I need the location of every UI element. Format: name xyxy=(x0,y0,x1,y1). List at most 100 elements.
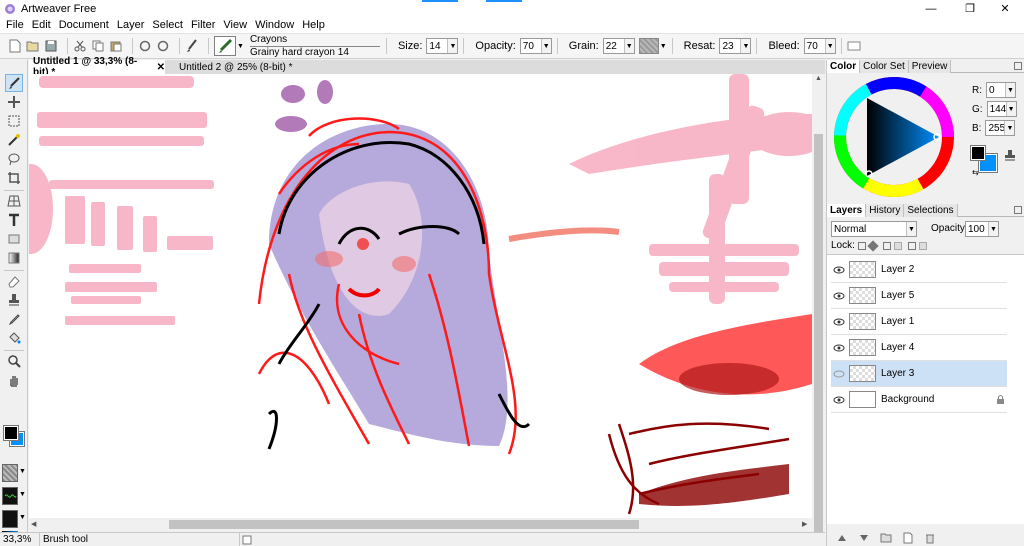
layer-row[interactable]: Layer 1 xyxy=(831,309,1007,335)
eyedropper-icon[interactable] xyxy=(5,310,23,328)
scroll-up-icon[interactable]: ▲ xyxy=(815,75,822,82)
menu-window[interactable]: Window xyxy=(251,19,298,31)
scroll-left-icon[interactable]: ◀ xyxy=(31,520,36,528)
chevron-down-icon[interactable]: ▼ xyxy=(447,39,458,53)
menu-edit[interactable]: Edit xyxy=(28,19,55,31)
eye-hidden-icon[interactable] xyxy=(833,370,845,378)
open-folder-icon[interactable] xyxy=(26,39,40,53)
lock-all-checkbox[interactable] xyxy=(907,241,916,250)
tab-document-2[interactable]: Untitled 2 @ 25% (8-bit) * xyxy=(175,60,305,74)
move-layer-down-icon[interactable] xyxy=(857,531,871,545)
chevron-down-icon[interactable]: ▼ xyxy=(19,468,26,475)
color-preset-swatch[interactable] xyxy=(2,510,18,528)
minimize-button[interactable]: — xyxy=(916,0,946,17)
menu-document[interactable]: Document xyxy=(55,19,113,31)
tab-history[interactable]: History xyxy=(866,204,905,217)
clone-icon[interactable] xyxy=(5,93,23,111)
chevron-down-icon[interactable]: ▼ xyxy=(1005,102,1016,116)
blend-mode-select[interactable]: Normal ▼ xyxy=(831,221,917,237)
rectangle-select-icon[interactable] xyxy=(5,112,23,130)
foreground-color-swatch[interactable] xyxy=(3,425,19,441)
red-input[interactable]: 0 ▼ xyxy=(986,82,1016,98)
blue-input[interactable]: 255 ▼ xyxy=(985,120,1016,136)
new-folder-icon[interactable] xyxy=(879,531,893,545)
eye-icon[interactable] xyxy=(833,318,845,326)
chevron-down-icon[interactable]: ▼ xyxy=(19,514,26,521)
chevron-down-icon[interactable]: ▼ xyxy=(19,491,26,498)
layer-row[interactable]: Layer 3 xyxy=(831,361,1007,387)
paste-icon[interactable] xyxy=(109,39,123,53)
document-info-icon[interactable] xyxy=(240,533,254,546)
lock-transparency-checkbox[interactable] xyxy=(857,241,866,250)
magic-wand-icon[interactable] xyxy=(5,131,23,149)
chevron-down-icon[interactable]: ▼ xyxy=(1005,83,1015,97)
chevron-down-icon[interactable]: ▼ xyxy=(988,222,998,236)
tab-color-set[interactable]: Color Set xyxy=(860,60,909,73)
eraser-icon[interactable] xyxy=(5,272,23,290)
layer-row[interactable]: Layer 5 xyxy=(831,283,1007,309)
chevron-down-icon[interactable]: ▼ xyxy=(237,43,244,50)
crop-icon[interactable] xyxy=(5,169,23,187)
restore-button[interactable]: ❐ xyxy=(955,0,985,17)
lasso-icon[interactable] xyxy=(5,150,23,168)
undo-icon[interactable] xyxy=(138,39,152,53)
grain-input[interactable]: 22 ▼ xyxy=(602,38,635,54)
close-icon[interactable]: ✕ xyxy=(157,62,165,73)
layer-opacity-input[interactable]: 100 ▼ xyxy=(965,221,999,237)
stamp-icon[interactable] xyxy=(5,291,23,309)
redo-icon[interactable] xyxy=(156,39,170,53)
bucket-icon[interactable] xyxy=(5,329,23,347)
chevron-down-icon[interactable]: ▼ xyxy=(540,39,551,53)
zoom-icon[interactable] xyxy=(5,352,23,370)
opacity-input[interactable]: 70 ▼ xyxy=(519,38,552,54)
gradient-icon[interactable] xyxy=(5,249,23,267)
tab-color[interactable]: Color xyxy=(827,60,861,73)
panel-foreground-swatch[interactable] xyxy=(970,145,986,161)
new-file-icon[interactable] xyxy=(8,39,22,53)
delete-layer-icon[interactable] xyxy=(923,531,937,545)
save-icon[interactable] xyxy=(44,39,58,53)
panel-menu-icon[interactable] xyxy=(1014,206,1022,214)
chevron-down-icon[interactable]: ▼ xyxy=(740,39,751,53)
cut-icon[interactable] xyxy=(73,39,87,53)
text-icon[interactable] xyxy=(5,211,23,229)
eye-icon[interactable] xyxy=(833,396,845,404)
menu-layer[interactable]: Layer xyxy=(113,19,149,31)
drawing-canvas[interactable] xyxy=(29,74,812,518)
grain-texture-swatch[interactable] xyxy=(638,38,659,54)
menu-file[interactable]: File xyxy=(2,19,28,31)
horizontal-scrollbar[interactable]: ◀ ▶ xyxy=(29,518,812,531)
move-layer-up-icon[interactable] xyxy=(835,531,849,545)
reset-brush-icon[interactable] xyxy=(847,39,861,53)
chevron-down-icon[interactable]: ▼ xyxy=(623,39,634,53)
bleed-input[interactable]: 70 ▼ xyxy=(803,38,836,54)
paper-texture-swatch[interactable] xyxy=(2,464,18,482)
tab-layers[interactable]: Layers xyxy=(827,204,867,217)
swap-colors-icon[interactable]: ⇆ xyxy=(972,168,979,177)
chevron-down-icon[interactable]: ▼ xyxy=(906,222,916,236)
chevron-down-icon[interactable]: ▼ xyxy=(660,43,667,50)
horizontal-scroll-thumb[interactable] xyxy=(169,520,639,529)
pattern-swatch[interactable] xyxy=(2,487,18,505)
eye-icon[interactable] xyxy=(833,344,845,352)
chevron-down-icon[interactable]: ▼ xyxy=(824,39,835,53)
menu-filter[interactable]: Filter xyxy=(187,19,219,31)
brush-settings-icon[interactable] xyxy=(185,39,199,53)
layer-row[interactable]: Layer 2 xyxy=(831,257,1007,283)
shape-icon[interactable] xyxy=(5,230,23,248)
size-input[interactable]: 14 ▼ xyxy=(426,38,459,54)
hand-icon[interactable] xyxy=(5,371,23,389)
menu-view[interactable]: View xyxy=(219,19,251,31)
panel-menu-icon[interactable] xyxy=(1014,62,1022,70)
stamp-icon[interactable] xyxy=(1003,148,1017,162)
perspective-icon[interactable] xyxy=(5,192,23,210)
brush-icon[interactable] xyxy=(5,74,23,92)
color-wheel[interactable] xyxy=(833,76,955,198)
copy-icon[interactable] xyxy=(91,39,105,53)
lock-pixels-checkbox[interactable] xyxy=(882,241,891,250)
menu-help[interactable]: Help xyxy=(298,19,329,31)
eye-icon[interactable] xyxy=(833,266,845,274)
vertical-scroll-thumb[interactable] xyxy=(814,134,823,546)
menu-select[interactable]: Select xyxy=(148,19,187,31)
resat-input[interactable]: 23 ▼ xyxy=(719,38,752,54)
